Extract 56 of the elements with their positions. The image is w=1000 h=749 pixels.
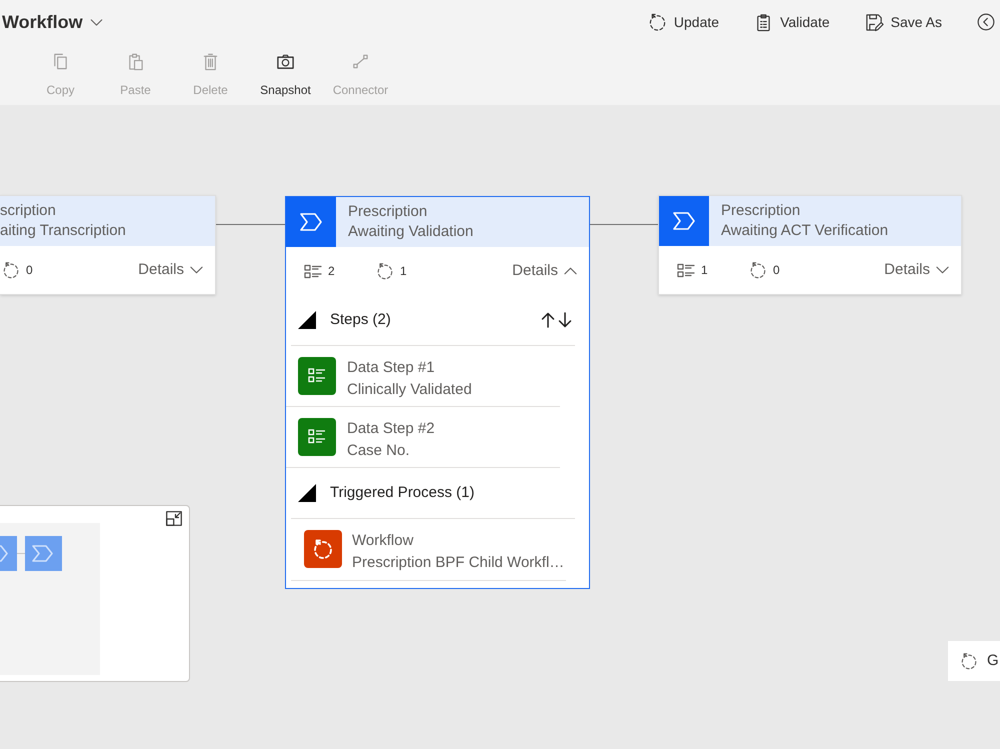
connector-icon	[351, 52, 370, 71]
details-button[interactable]: Details	[512, 260, 577, 282]
list-icon	[677, 262, 695, 278]
step-count: 2	[328, 263, 335, 280]
copy-icon	[51, 52, 70, 71]
collapse-icon[interactable]	[166, 511, 182, 526]
floating-button[interactable]: G	[948, 641, 1000, 681]
connector-line	[216, 224, 285, 225]
validate-button[interactable]: Validate	[754, 12, 830, 32]
list-tile-icon	[298, 418, 336, 456]
details-button[interactable]: Details	[138, 258, 203, 282]
caret-icon	[90, 18, 103, 26]
list-icon	[304, 264, 322, 278]
dashed-circle-icon	[648, 12, 667, 32]
camera-icon	[276, 52, 295, 71]
item-title: Data Step #2	[347, 419, 435, 439]
minimap-node	[25, 536, 62, 571]
back-button[interactable]	[977, 13, 995, 31]
connector-line	[590, 224, 658, 225]
sort-arrows-icon[interactable]	[541, 312, 572, 328]
item-subtitle: Case No.	[347, 441, 411, 461]
trash-icon	[201, 52, 220, 71]
item-title: Data Step #1	[347, 358, 436, 378]
stage-subtitle: Awaiting ACT Verification	[721, 221, 888, 241]
triangle-icon	[298, 484, 316, 502]
item-subtitle: Clinically Validated	[347, 380, 472, 400]
snapshot-button[interactable]: Snapshot	[248, 52, 323, 99]
save-icon	[864, 12, 884, 32]
stage-subtitle: Awaiting Validation	[348, 222, 474, 242]
dashed-circle-icon	[960, 652, 978, 670]
minimap-connector	[17, 553, 25, 554]
item-title: Workflow	[352, 531, 414, 551]
update-button[interactable]: Update	[648, 12, 720, 32]
chevron-left-icon	[977, 13, 995, 31]
section-title: Steps (2)	[330, 310, 391, 330]
item-subtitle: Prescription BPF Child Workfl…	[352, 553, 564, 573]
process-count: 1	[400, 263, 407, 280]
stage-subtitle: aiting Transcription	[0, 221, 126, 241]
stage-title: Prescription	[348, 202, 428, 222]
dashed-circle-icon	[749, 260, 767, 280]
minimap-node	[0, 536, 17, 571]
workflow-title-dropdown[interactable]: Workflow	[2, 8, 103, 36]
details-button[interactable]: Details	[884, 258, 949, 282]
section-title: Triggered Process (1)	[330, 482, 474, 503]
process-count: 0	[773, 262, 780, 279]
dashed-circle-icon	[376, 262, 394, 280]
list-tile-icon	[298, 357, 336, 395]
stage-title: Prescription	[721, 201, 802, 221]
step-count: 1	[701, 262, 708, 279]
save-as-button[interactable]: Save As	[864, 12, 942, 32]
stage-title: scription	[0, 201, 57, 221]
process-count: 0	[26, 262, 33, 279]
dashed-circle-tile-icon	[304, 530, 342, 568]
clipboard-icon	[126, 52, 145, 71]
triangle-icon	[298, 311, 316, 329]
dashed-circle-icon	[2, 260, 20, 280]
